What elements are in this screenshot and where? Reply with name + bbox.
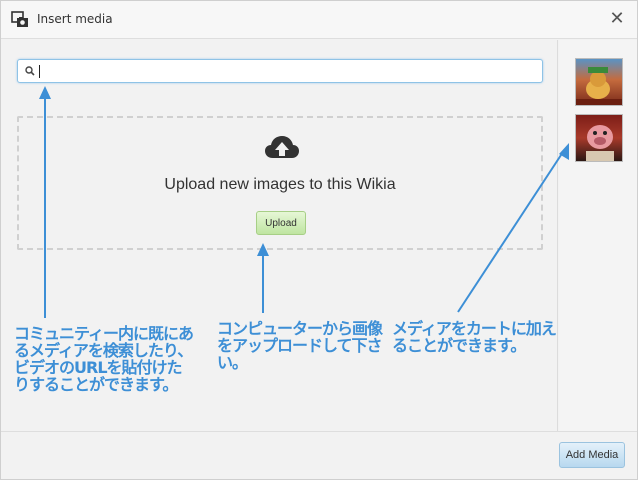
upload-button[interactable]: Upload (256, 211, 306, 235)
annotation-cart: メディアをカートに加えることができます。 (392, 319, 557, 355)
search-icon (25, 66, 35, 76)
insert-media-icon (11, 11, 28, 27)
upload-heading: Upload new images to this Wikia (164, 176, 396, 193)
dialog-footer: Add Media (1, 431, 637, 479)
upload-dropzone[interactable]: Upload new images to this Wikia Upload (17, 116, 543, 250)
thumbnail-image (586, 125, 614, 161)
add-media-button[interactable]: Add Media (559, 442, 625, 468)
close-icon[interactable]: ✕ (607, 9, 627, 29)
cart-thumbnail[interactable] (575, 114, 623, 162)
search-input[interactable] (38, 62, 538, 80)
title-bar: Insert media ✕ (1, 1, 637, 39)
cart-thumbnail[interactable] (575, 58, 623, 106)
annotation-upload: コンピューターから画像をアップロードして下さい。 (217, 319, 383, 372)
dialog-title: Insert media (37, 12, 113, 26)
media-cart (559, 40, 637, 431)
text-caret (39, 65, 40, 78)
annotation-search: コミュニティー内に既にあるメディアを検索したり、ビデオのURLを貼付けたりするこ… (14, 324, 194, 394)
insert-media-dialog: Insert media ✕ Upload new images to this… (0, 0, 638, 480)
thumbnail-image (576, 67, 622, 105)
cloud-upload-icon (265, 136, 299, 158)
search-box[interactable] (17, 59, 543, 83)
